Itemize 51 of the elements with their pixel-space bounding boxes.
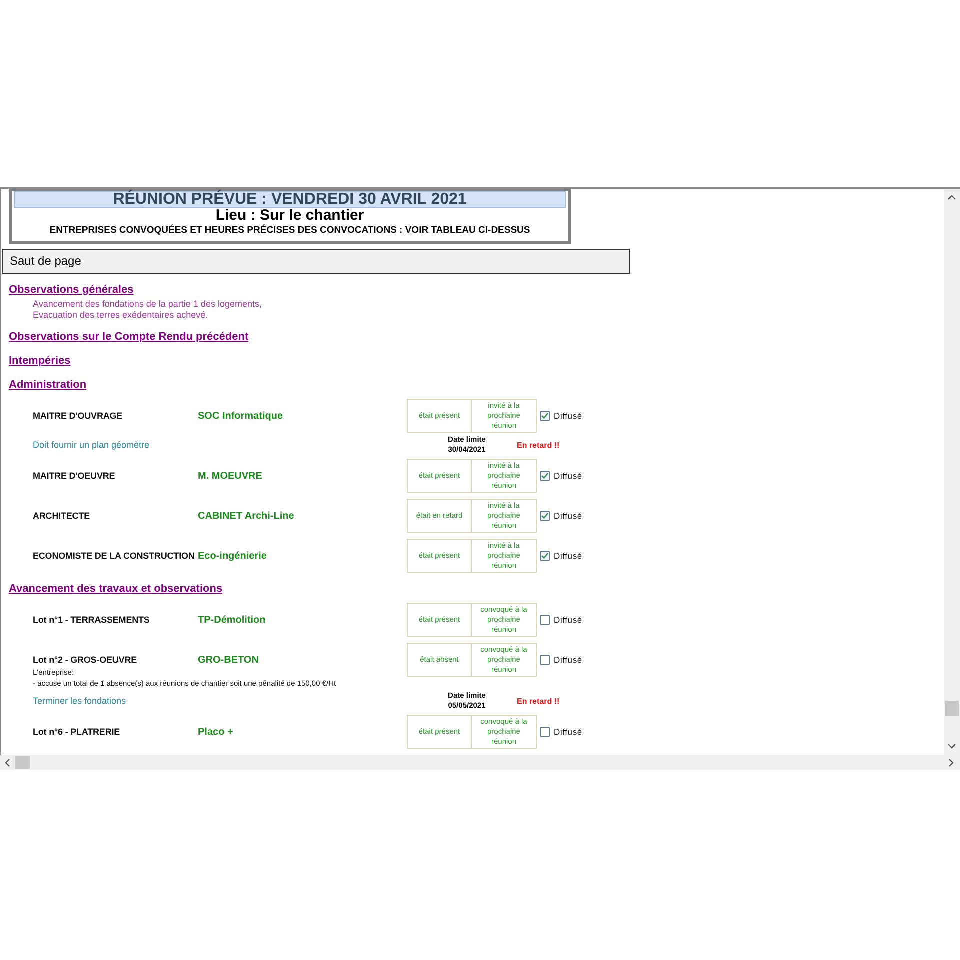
checkbox-label: Diffusé [554,511,582,521]
observation-text: Avancement des fondations de la partie 1 des logements, [33,299,262,310]
horizontal-scrollbar[interactable] [0,755,960,770]
section-heading: Avancement des travaux et observations [9,583,223,596]
scroll-down-icon[interactable] [948,744,956,749]
company-name: CABINET Archi-Line [198,510,296,522]
company-name: M. MOEUVRE [198,470,264,482]
checkbox-label: Diffusé [554,471,582,481]
section-heading: Observations sur le Compte Rendu précédent [9,331,249,344]
role-label: MAITRE D'OEUVRE [33,471,116,481]
scrollbar-thumb[interactable] [945,701,959,716]
late-status: En retard !! [517,440,561,450]
checkbox-label: Diffusé [554,411,582,421]
checkbox-label: Diffusé [554,727,582,737]
role-label: ARCHITECTE [33,511,91,521]
checkbox[interactable] [540,471,550,481]
role-label: ECONOMISTE DE LA CONSTRUCTION [33,551,196,561]
checkbox[interactable] [540,727,550,737]
task-text: Terminer les fondations [33,696,128,706]
company-name: TP-Démolition [198,614,267,626]
scroll-right-icon[interactable] [949,759,954,767]
meeting-title: RÉUNION PRÉVUE : VENDREDI 30 AVRIL 2021 [14,191,566,208]
company-name: SOC Informatique [198,410,284,422]
checkbox[interactable] [540,655,550,665]
role-label: Lot n°1 - TERRASSEMENTS [33,615,151,625]
company-name: GRO-BETON [198,654,260,666]
section-heading: Observations générales [9,284,134,297]
section-heading: Administration [9,379,87,392]
checkbox-label: Diffusé [554,615,582,625]
scroll-left-icon[interactable] [5,759,10,767]
scrollbar-thumb[interactable] [15,756,30,769]
role-label: Lot n°6 - PLATRERIE [33,727,122,737]
scroll-up-icon[interactable] [948,195,956,200]
checkbox[interactable] [540,411,550,421]
meeting-subtitle: ENTREPRISES CONVOQUÉES ET HEURES PRÉCISES DES CONVOCATIONS : VOIR TABLEAU CI-DESSUS [48,224,532,238]
vertical-scrollbar[interactable] [944,189,960,755]
task-text: Doit fournir un plan géomètre [33,440,151,450]
checkbox[interactable] [540,551,550,561]
section-heading: Intempéries [9,355,71,368]
late-status: En retard !! [517,696,561,706]
company-name: Placo + [198,726,234,738]
meeting-location: Lieu : Sur le chantier [214,208,366,224]
company-name: Eco-ingénierie [198,550,268,562]
role-label: Lot n°2 - GROS-OEUVRE [33,655,138,665]
checkbox-label: Diffusé [554,551,582,561]
checkbox-label: Diffusé [554,655,582,665]
checkbox[interactable] [540,511,550,521]
checkbox[interactable] [540,615,550,625]
page-break-bar: Saut de page [2,249,630,274]
role-label: MAITRE D'OUVRAGE [33,411,124,421]
observation-text: Evacuation des terres exédentaires achevé. [33,310,208,321]
